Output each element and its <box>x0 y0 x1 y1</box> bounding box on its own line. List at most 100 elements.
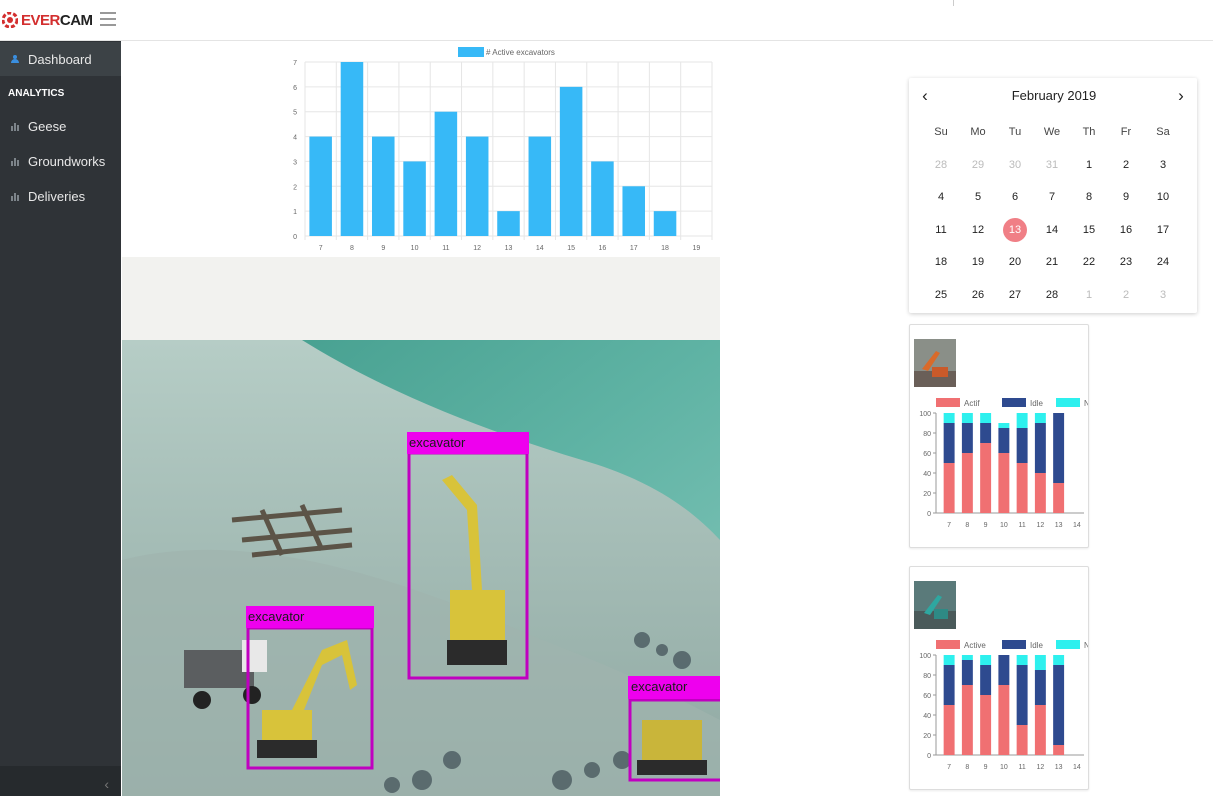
bar[interactable] <box>465 136 489 236</box>
calendar-day[interactable]: 30 <box>997 151 1033 179</box>
calendar-day[interactable]: 17 <box>1145 216 1181 244</box>
camera-status-card[interactable]: Actif Idle Not visible 0 20 40 60 80 100 7 8 9 10 11 1… <box>909 324 1089 548</box>
stacked-bar-segment[interactable] <box>980 423 992 443</box>
stacked-bar-segment[interactable] <box>1016 725 1028 755</box>
calendar-day[interactable]: 23 <box>1108 248 1144 276</box>
calendar-day[interactable]: 16 <box>1108 216 1144 244</box>
stacked-bar-segment[interactable] <box>943 665 955 705</box>
calendar-day[interactable]: 1 <box>1071 281 1107 309</box>
calendar-day[interactable]: 18 <box>923 248 959 276</box>
calendar-day[interactable]: 21 <box>1034 248 1070 276</box>
stacked-bar-segment[interactable] <box>1053 745 1065 755</box>
calendar-day[interactable]: 25 <box>923 281 959 309</box>
bar[interactable] <box>497 211 520 236</box>
stacked-bar-segment[interactable] <box>998 423 1010 428</box>
sidebar-item-groundworks[interactable]: Groundworks <box>0 144 121 178</box>
camera-status-card[interactable]: Active Idle Not visible 0 20 40 60 80 100 7 8 9 10 11… <box>909 566 1089 790</box>
stacked-bar-segment[interactable] <box>1034 670 1046 705</box>
calendar-day[interactable]: 27 <box>997 281 1033 309</box>
stacked-bar-segment[interactable] <box>1016 463 1028 513</box>
calendar-day[interactable]: 31 <box>1034 151 1070 179</box>
calendar-day[interactable]: 15 <box>1071 216 1107 244</box>
bar[interactable] <box>403 161 426 236</box>
stacked-bar-segment[interactable] <box>998 655 1010 685</box>
stacked-bar-segment[interactable] <box>1053 413 1065 483</box>
stacked-bar-segment[interactable] <box>980 695 992 755</box>
calendar-day[interactable]: 28 <box>923 151 959 179</box>
stacked-bar-segment[interactable] <box>1053 665 1065 745</box>
calendar-day[interactable]: 1 <box>1071 151 1107 179</box>
camera-frame[interactable]: excavator excavator excavator <box>122 340 720 796</box>
camera-thumbnail[interactable] <box>914 581 956 629</box>
stacked-bar-segment[interactable] <box>961 423 973 453</box>
stacked-bar-segment[interactable] <box>980 665 992 695</box>
chevron-left-icon[interactable]: ‹ <box>917 86 933 106</box>
stacked-bar-segment[interactable] <box>1016 428 1028 463</box>
stacked-bar-segment[interactable] <box>998 428 1010 453</box>
calendar-day[interactable]: 4 <box>923 183 959 211</box>
calendar-day[interactable]: 14 <box>1034 216 1070 244</box>
stacked-bar-segment[interactable] <box>1034 705 1046 755</box>
stacked-bar-segment[interactable] <box>1034 423 1046 473</box>
bar[interactable] <box>371 136 395 236</box>
calendar-day[interactable]: 2 <box>1108 151 1144 179</box>
calendar-day[interactable]: 3 <box>1145 281 1181 309</box>
calendar-day[interactable]: 8 <box>1071 183 1107 211</box>
calendar-day[interactable]: 2 <box>1108 281 1144 309</box>
stacked-bar-segment[interactable] <box>943 413 955 423</box>
bar[interactable] <box>434 111 458 236</box>
stacked-bar-segment[interactable] <box>961 660 973 685</box>
chevron-right-icon[interactable]: › <box>1173 86 1189 106</box>
calendar-day[interactable]: 24 <box>1145 248 1181 276</box>
stacked-bar-segment[interactable] <box>980 413 992 423</box>
calendar-day[interactable]: 20 <box>997 248 1033 276</box>
calendar-day[interactable]: 7 <box>1034 183 1070 211</box>
calendar-day[interactable]: 10 <box>1145 183 1181 211</box>
stacked-bar-segment[interactable] <box>1016 665 1028 725</box>
sidebar-item-geese[interactable]: Geese <box>0 109 121 143</box>
stacked-bar-segment[interactable] <box>980 443 992 513</box>
bar[interactable] <box>528 136 552 236</box>
sidebar-collapse-button[interactable]: ‹ <box>0 766 121 796</box>
calendar-day[interactable]: 11 <box>923 216 959 244</box>
calendar-day[interactable]: 5 <box>960 183 996 211</box>
stacked-bar-segment[interactable] <box>961 413 973 423</box>
stacked-bar-segment[interactable] <box>1053 483 1065 513</box>
stacked-bar-segment[interactable] <box>1053 655 1065 665</box>
stacked-bar-segment[interactable] <box>943 423 955 463</box>
logo[interactable]: EVERCAM <box>2 9 93 31</box>
stacked-bar-segment[interactable] <box>998 453 1010 513</box>
stacked-bar-segment[interactable] <box>1034 655 1046 670</box>
calendar-day[interactable]: 3 <box>1145 151 1181 179</box>
calendar-day[interactable]: 6 <box>997 183 1033 211</box>
bar[interactable] <box>653 211 677 236</box>
bar[interactable] <box>622 186 646 236</box>
sidebar-item-dashboard[interactable]: Dashboard <box>0 42 121 76</box>
stacked-bar-segment[interactable] <box>961 453 973 513</box>
sidebar-item-deliveries[interactable]: Deliveries <box>0 179 121 213</box>
stacked-bar-segment[interactable] <box>1016 655 1028 665</box>
stacked-bar-segment[interactable] <box>943 463 955 513</box>
camera-thumbnail[interactable] <box>914 339 956 387</box>
calendar-day[interactable]: 28 <box>1034 281 1070 309</box>
calendar-day[interactable]: 29 <box>960 151 996 179</box>
stacked-bar-segment[interactable] <box>961 685 973 755</box>
calendar-day[interactable]: 22 <box>1071 248 1107 276</box>
stacked-bar-segment[interactable] <box>1016 413 1028 428</box>
stacked-bar-segment[interactable] <box>1034 473 1046 513</box>
calendar-day[interactable]: 12 <box>960 216 996 244</box>
selected-day[interactable]: 13 <box>997 216 1033 244</box>
stacked-bar-segment[interactable] <box>998 685 1010 755</box>
bar[interactable] <box>340 62 364 236</box>
stacked-bar-segment[interactable] <box>943 655 955 665</box>
bar[interactable] <box>559 86 583 236</box>
calendar-day[interactable]: 19 <box>960 248 996 276</box>
stacked-bar-segment[interactable] <box>943 705 955 755</box>
stacked-bar-segment[interactable] <box>961 655 973 660</box>
stacked-bar-segment[interactable] <box>980 655 992 665</box>
bar[interactable] <box>591 161 614 236</box>
calendar-day[interactable]: 9 <box>1108 183 1144 211</box>
bar[interactable] <box>309 136 332 236</box>
calendar-day[interactable]: 26 <box>960 281 996 309</box>
stacked-bar-segment[interactable] <box>1034 413 1046 423</box>
